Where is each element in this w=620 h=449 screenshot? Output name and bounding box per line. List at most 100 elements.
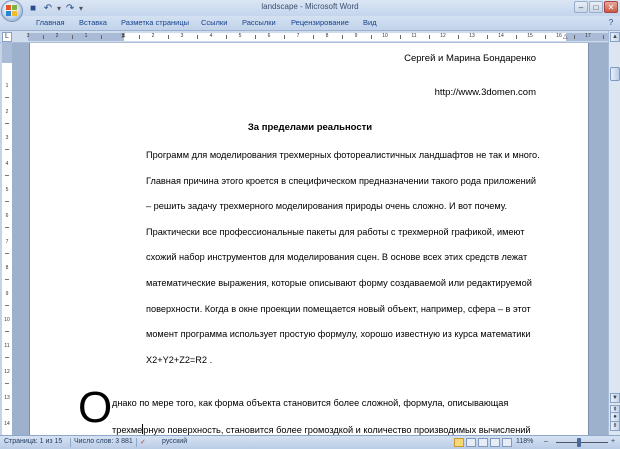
vertical-ruler-tick [5, 383, 9, 384]
outline-view-button[interactable] [490, 438, 500, 447]
office-button[interactable] [1, 0, 23, 22]
title-bar: landscape - Microsoft Word – □ ✕ [0, 0, 620, 16]
full-screen-reading-view-button[interactable] [466, 438, 476, 447]
paragraph-line: трехмерную поверхность, становится более… [112, 424, 531, 435]
paragraph-line: математические выражения, которые описыв… [146, 277, 532, 288]
vertical-text-area-ruler [2, 63, 12, 435]
tab-page-layout[interactable]: Разметка страницы [121, 18, 189, 27]
ruler-tick [370, 35, 372, 39]
ruler-number: 10 [382, 33, 388, 39]
vertical-ruler-tick [5, 331, 9, 332]
word-count[interactable]: Число слов: 3 881 [74, 438, 133, 445]
document-area[interactable]: Сергей и Марина Бондаренко http://www.3d… [12, 43, 608, 435]
help-icon[interactable]: ? [606, 18, 616, 28]
vertical-ruler-number: 4 [5, 161, 9, 167]
ruler-number: 12 [440, 33, 446, 39]
customize-qat-icon[interactable]: ▾ [79, 4, 83, 13]
indent-marker-icon[interactable]: ⧗ [121, 33, 125, 40]
drop-cap: О [78, 383, 113, 432]
ruler-tick [341, 35, 343, 39]
web-layout-view-button[interactable] [478, 438, 488, 447]
tab-view[interactable]: Вид [363, 18, 377, 27]
ruler-tick [544, 35, 546, 39]
close-button[interactable]: ✕ [604, 1, 618, 13]
zoom-level[interactable]: 118% [516, 438, 533, 445]
next-page-button[interactable]: ⇟ [610, 421, 620, 431]
ruler-number: 11 [411, 33, 417, 39]
ruler-number: 5 [238, 33, 242, 39]
paragraph-line: – решить задачу трехмерного моделировани… [146, 201, 508, 212]
vertical-scrollbar[interactable]: ▲ ▼ ⇞ ● ⇟ [608, 31, 620, 435]
vertical-ruler[interactable]: 1 2 3 4 5 6 7 8 9 10 11 12 13 14 [2, 43, 12, 436]
vertical-ruler-tick [5, 409, 9, 410]
zoom-out-button[interactable]: – [544, 438, 548, 445]
undo-icon[interactable]: ↶ [42, 2, 54, 14]
vertical-ruler-number: 6 [5, 213, 9, 219]
ruler-tick [486, 35, 488, 39]
zoom-slider-knob[interactable] [577, 438, 581, 447]
horizontal-ruler[interactable]: 3 2 1 1 2 3 4 5 6 7 8 9 10 11 12 13 14 15 16 17 ⧗ △ [27, 33, 608, 41]
tab-mailings[interactable]: Рассылки [242, 18, 276, 27]
paragraph-line: Программ для моделирования трехмерных фо… [146, 150, 540, 160]
save-icon[interactable]: ■ [27, 2, 39, 14]
ruler-number: 9 [354, 33, 358, 39]
paragraph-line: момент программа использует простую форм… [146, 329, 531, 340]
ruler-tick [138, 35, 140, 39]
page-indicator[interactable]: Страница: 1 из 15 [4, 438, 62, 445]
vertical-ruler-number: 14 [4, 421, 10, 427]
zoom-in-button[interactable]: + [611, 438, 615, 445]
paragraph-line: Практически все профессиональные пакеты … [146, 226, 525, 237]
vertical-ruler-tick [5, 279, 9, 280]
vertical-ruler-number: 3 [5, 135, 9, 141]
tab-insert[interactable]: Вставка [79, 18, 107, 27]
vertical-ruler-tick [5, 253, 9, 254]
paragraph-line: X2+Y2+Z2=R2 . [146, 354, 213, 365]
ruler-number: 2 [55, 33, 59, 39]
tab-selector-button[interactable]: L [2, 32, 12, 42]
redo-icon[interactable]: ↷ [64, 2, 76, 14]
undo-dropdown-icon[interactable]: ▾ [57, 4, 61, 13]
vertical-ruler-number: 13 [4, 395, 10, 401]
ruler-number: 4 [209, 33, 213, 39]
url-line: http://www.3domen.com [434, 87, 536, 98]
vertical-ruler-number: 2 [5, 109, 9, 115]
text-fragment: рную поверхность, становится более громо… [143, 425, 531, 435]
ribbon-tabs: Главная Вставка Разметка страницы Ссылки… [0, 16, 620, 31]
tab-home[interactable]: Главная [36, 18, 65, 27]
vertical-ruler-tick [5, 227, 9, 228]
window-title: landscape - Microsoft Word [261, 2, 359, 11]
ruler-number: 16 [556, 33, 562, 39]
proofing-icon[interactable]: ✓ [140, 438, 146, 446]
language-indicator[interactable]: русский [162, 438, 187, 445]
author-line: Сергей и Марина Бондаренко [404, 53, 536, 64]
tab-review[interactable]: Рецензирование [291, 18, 349, 27]
tab-references[interactable]: Ссылки [201, 18, 227, 27]
ruler-tick [71, 35, 73, 39]
vertical-ruler-number: 10 [4, 317, 10, 323]
scrollbar-thumb[interactable] [610, 67, 620, 81]
document-title: За пределами реальности [247, 122, 373, 133]
ruler-tick [602, 35, 604, 39]
ruler-number: 7 [296, 33, 300, 39]
minimize-button[interactable]: – [574, 1, 588, 13]
status-separator [136, 438, 137, 447]
print-layout-view-button[interactable] [454, 438, 464, 447]
ruler-number: 8 [325, 33, 329, 39]
paragraph-line: поверхности. Когда в окне проекции помещ… [146, 303, 531, 314]
vertical-ruler-tick [5, 357, 9, 358]
ruler-tick [457, 35, 459, 39]
zoom-slider[interactable] [556, 442, 608, 443]
scroll-down-button[interactable]: ▼ [610, 393, 620, 403]
ruler-tick [100, 35, 102, 39]
ruler-number: 6 [267, 33, 271, 39]
horizontal-ruler-bar: L 3 2 1 1 2 3 4 5 6 7 8 9 10 11 12 13 14 15 16 17 ⧗ △ [0, 31, 620, 43]
vertical-ruler-tick [5, 175, 9, 176]
right-indent-marker-icon[interactable]: △ [563, 33, 568, 40]
vertical-ruler-number: 5 [5, 187, 9, 193]
document-page[interactable]: Сергей и Марина Бондаренко http://www.3d… [29, 43, 589, 435]
maximize-button[interactable]: □ [589, 1, 603, 13]
vertical-ruler-number: 12 [4, 369, 10, 375]
ruler-tick [399, 35, 401, 39]
scroll-up-button[interactable]: ▲ [610, 32, 620, 42]
draft-view-button[interactable] [502, 438, 512, 447]
